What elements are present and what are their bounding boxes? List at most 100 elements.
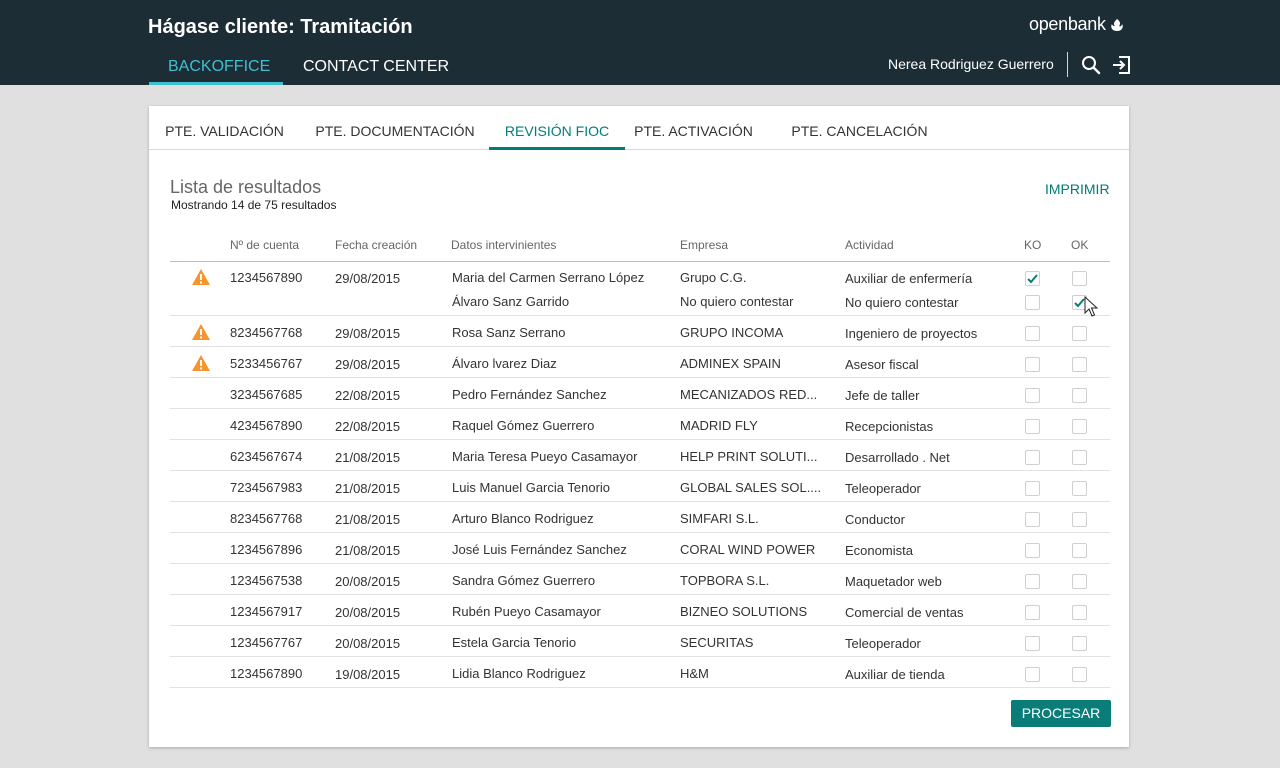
ko-checkbox[interactable] bbox=[1025, 605, 1040, 620]
intervener-name: Lidia Blanco Rodriguez bbox=[452, 666, 586, 681]
ko-checkbox[interactable] bbox=[1025, 636, 1040, 651]
ko-checkbox[interactable] bbox=[1025, 388, 1040, 403]
results-title: Lista de resultados bbox=[170, 177, 322, 197]
creation-date: 29/08/2015 bbox=[335, 326, 401, 341]
ko-checkbox[interactable] bbox=[1025, 450, 1040, 465]
activity-name: Comercial de ventas bbox=[845, 605, 964, 620]
company-name: BIZNEO SOLUTIONS bbox=[680, 604, 808, 619]
table-row[interactable]: 1234567767 20/08/2015 Estela Garcia Tenori… bbox=[170, 626, 1110, 657]
tab-pte-validacion[interactable]: PTE. VALIDACIÓN bbox=[149, 106, 300, 150]
ko-checkbox[interactable] bbox=[1025, 295, 1040, 310]
intervener-name: Sandra Gómez Guerrero bbox=[452, 573, 596, 588]
account-number: 6234567674 bbox=[230, 449, 303, 464]
table-row[interactable]: 1234567917 20/08/2015 Rubén Pueyo Casamayo… bbox=[170, 595, 1110, 626]
ok-checkbox[interactable] bbox=[1072, 512, 1087, 527]
process-button[interactable]: PROCESAR bbox=[1011, 700, 1111, 727]
ok-checkbox[interactable] bbox=[1072, 271, 1087, 286]
warning-icon bbox=[191, 268, 211, 286]
company-name: MADRID FLY bbox=[680, 418, 758, 433]
table-row[interactable]: 1234567890 19/08/2015 Lidia Blanco Rodrigu… bbox=[170, 657, 1110, 688]
table-row[interactable]: 5233456767 29/08/2015 Álvaro lvarez Diaz AD… bbox=[170, 347, 1110, 378]
activity-name: Conductor bbox=[845, 512, 905, 527]
activity-name: Jefe de taller bbox=[845, 388, 920, 403]
intervener-name: Maria del Carmen Serrano López bbox=[452, 270, 645, 285]
ok-checkbox[interactable] bbox=[1072, 605, 1087, 620]
company-name: ADMINEX SPAIN bbox=[680, 356, 781, 371]
activity-name: Recepcionistas bbox=[845, 419, 934, 434]
company-name: CORAL WIND POWER bbox=[680, 542, 816, 557]
creation-date: 22/08/2015 bbox=[335, 388, 401, 403]
ok-checkbox[interactable] bbox=[1072, 481, 1087, 496]
account-number: 4234567890 bbox=[230, 418, 303, 433]
column-header-account[interactable]: Nº de cuenta bbox=[230, 238, 299, 252]
ko-checkbox[interactable] bbox=[1025, 574, 1040, 589]
company-name: GLOBAL SALES SOL.... bbox=[680, 480, 822, 495]
table-row[interactable]: 6234567674 21/08/2015 Maria Teresa Pueyo C… bbox=[170, 440, 1110, 471]
intervener-name: Raquel Gómez Guerrero bbox=[452, 418, 595, 433]
search-button[interactable] bbox=[1080, 54, 1102, 76]
account-number: 3234567685 bbox=[230, 387, 303, 402]
table-row[interactable]: 4234567890 22/08/2015 Raquel Gómez Guerrer… bbox=[170, 409, 1110, 440]
ok-checkbox[interactable] bbox=[1072, 450, 1087, 465]
column-header-people[interactable]: Datos intervinientes bbox=[451, 238, 556, 252]
company-name: HELP PRINT SOLUTI... bbox=[680, 449, 818, 464]
intervener-name: Pedro Fernández Sanchez bbox=[452, 387, 607, 402]
account-number: 1234567890 bbox=[230, 270, 303, 285]
tab-pte-documentacion[interactable]: PTE. DOCUMENTACIÓN bbox=[301, 106, 489, 150]
creation-date: 29/08/2015 bbox=[335, 357, 401, 372]
tab-pte-activacion[interactable]: PTE. ACTIVACIÓN bbox=[625, 106, 762, 150]
creation-date: 21/08/2015 bbox=[335, 543, 401, 558]
creation-date: 20/08/2015 bbox=[335, 636, 401, 651]
results-count: Mostrando 14 de 75 resultados bbox=[171, 198, 337, 212]
ok-checkbox[interactable] bbox=[1072, 574, 1087, 589]
ok-checkbox[interactable] bbox=[1072, 388, 1087, 403]
ko-checkbox[interactable] bbox=[1025, 543, 1040, 558]
print-button[interactable]: IMPRIMIR bbox=[1045, 181, 1110, 197]
intervener-name: Rosa Sanz Serrano bbox=[452, 325, 566, 340]
ok-checkbox[interactable] bbox=[1072, 326, 1087, 341]
company-name: MECANIZADOS RED... bbox=[680, 387, 818, 402]
ko-checkbox[interactable] bbox=[1025, 326, 1040, 341]
ko-checkbox[interactable] bbox=[1025, 512, 1040, 527]
user-separator bbox=[1067, 52, 1068, 77]
company-name: No quiero contestar bbox=[680, 294, 794, 309]
table-row[interactable]: 1234567890 29/08/2015 Maria del Carmen Ser… bbox=[170, 262, 1110, 316]
intervener-name: Estela Garcia Tenorio bbox=[452, 635, 577, 650]
flame-icon bbox=[1110, 18, 1123, 31]
account-number: 1234567896 bbox=[230, 542, 303, 557]
ko-checkbox[interactable] bbox=[1025, 271, 1040, 286]
warning-icon bbox=[191, 323, 211, 341]
creation-date: 21/08/2015 bbox=[335, 512, 401, 527]
column-header-date[interactable]: Fecha creación bbox=[335, 238, 417, 252]
ok-checkbox[interactable] bbox=[1072, 543, 1087, 558]
user-name: Nerea Rodriguez Guerrero bbox=[888, 56, 1054, 72]
table-row[interactable]: 8234567768 21/08/2015 Arturo Blanco Rodrig… bbox=[170, 502, 1110, 533]
ok-checkbox[interactable] bbox=[1072, 667, 1087, 682]
account-number: 5233456767 bbox=[230, 356, 303, 371]
ok-checkbox[interactable] bbox=[1072, 357, 1087, 372]
logout-button[interactable] bbox=[1110, 54, 1132, 76]
tab-revision-fioc[interactable]: REVISIÓN FIOC bbox=[489, 106, 625, 150]
table-row[interactable]: 7234567983 21/08/2015 Luis Manuel Garcia T… bbox=[170, 471, 1110, 502]
table-row[interactable]: 1234567538 20/08/2015 Sandra Gómez Guerrer… bbox=[170, 564, 1110, 595]
column-header-activity[interactable]: Actividad bbox=[845, 238, 894, 252]
nav-tab-backoffice[interactable]: BACKOFFICE bbox=[149, 58, 283, 85]
ko-checkbox[interactable] bbox=[1025, 357, 1040, 372]
table-row[interactable]: 3234567685 22/08/2015 Pedro Fernández Sanc… bbox=[170, 378, 1110, 409]
intervener-name: Álvaro lvarez Diaz bbox=[452, 356, 557, 371]
nav-tab-contact-center[interactable]: CONTACT CENTER bbox=[284, 58, 468, 85]
openbank-logo[interactable]: openbank bbox=[1029, 14, 1125, 35]
activity-name: Maquetador web bbox=[845, 574, 942, 589]
ko-checkbox[interactable] bbox=[1025, 667, 1040, 682]
ok-checkbox[interactable] bbox=[1072, 419, 1087, 434]
table-row[interactable]: 1234567896 21/08/2015 José Luis Fernández … bbox=[170, 533, 1110, 564]
ko-checkbox[interactable] bbox=[1025, 419, 1040, 434]
ok-checkbox[interactable] bbox=[1072, 636, 1087, 651]
activity-name: No quiero contestar bbox=[845, 295, 959, 310]
top-bar: Hágase cliente: Tramitación openbank BAC… bbox=[0, 0, 1280, 85]
tab-pte-cancelacion[interactable]: PTE. CANCELACIÓN bbox=[762, 106, 957, 150]
column-header-company[interactable]: Empresa bbox=[680, 238, 728, 252]
table-row[interactable]: 8234567768 29/08/2015 Rosa Sanz Serrano GRU… bbox=[170, 316, 1110, 347]
account-number: 1234567767 bbox=[230, 635, 303, 650]
ko-checkbox[interactable] bbox=[1025, 481, 1040, 496]
